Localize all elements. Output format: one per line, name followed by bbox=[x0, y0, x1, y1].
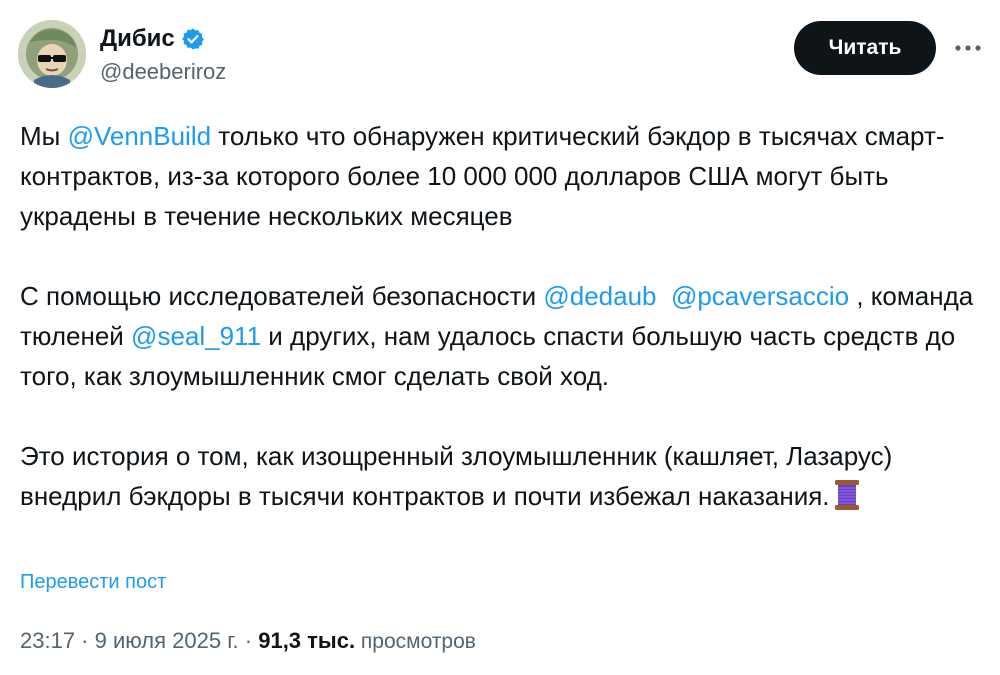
mention-pcaversaccio[interactable]: @pcaversaccio bbox=[671, 281, 849, 311]
views-count: 91,3 тыс. bbox=[258, 628, 356, 653]
post-time[interactable]: 23:17 bbox=[20, 626, 75, 656]
paragraph-2: С помощью исследователей безопасности @d… bbox=[20, 281, 974, 391]
mention-vennbuild[interactable]: @VennBuild bbox=[68, 121, 212, 151]
display-name[interactable]: Дибис bbox=[100, 24, 175, 54]
author-name-row: Дибис bbox=[100, 24, 205, 54]
avatar[interactable] bbox=[18, 20, 86, 88]
post-date[interactable]: 9 июля 2025 г. bbox=[95, 626, 239, 656]
thread-spool-icon bbox=[834, 479, 860, 522]
paragraph-1: Мы @VennBuild только что обнаружен крити… bbox=[20, 121, 945, 231]
paragraph-3: Это история о том, как изощренный злоумы… bbox=[20, 436, 980, 522]
follow-button[interactable]: Читать bbox=[794, 21, 936, 75]
more-horizontal-icon[interactable] bbox=[950, 34, 986, 62]
post-meta: 23:17 · 9 июля 2025 г. · 91,3 тыс. просм… bbox=[20, 626, 476, 657]
verified-badge-icon bbox=[181, 27, 205, 51]
meta-separator: · bbox=[238, 628, 259, 653]
tweet-text: Мы @VennBuild только что обнаружен крити… bbox=[20, 116, 980, 522]
mention-dedaub[interactable]: @dedaub bbox=[543, 281, 656, 311]
author-handle[interactable]: @deeberiroz bbox=[100, 58, 226, 86]
meta-separator: · bbox=[75, 628, 95, 653]
translate-post-link[interactable]: Перевести пост bbox=[20, 568, 166, 596]
mention-seal-911[interactable]: @seal_911 bbox=[131, 321, 261, 351]
tweet-card: Дибис @deeberiroz Читать Мы @VennBuild т… bbox=[0, 0, 1000, 675]
views-label: просмотров bbox=[355, 630, 476, 653]
